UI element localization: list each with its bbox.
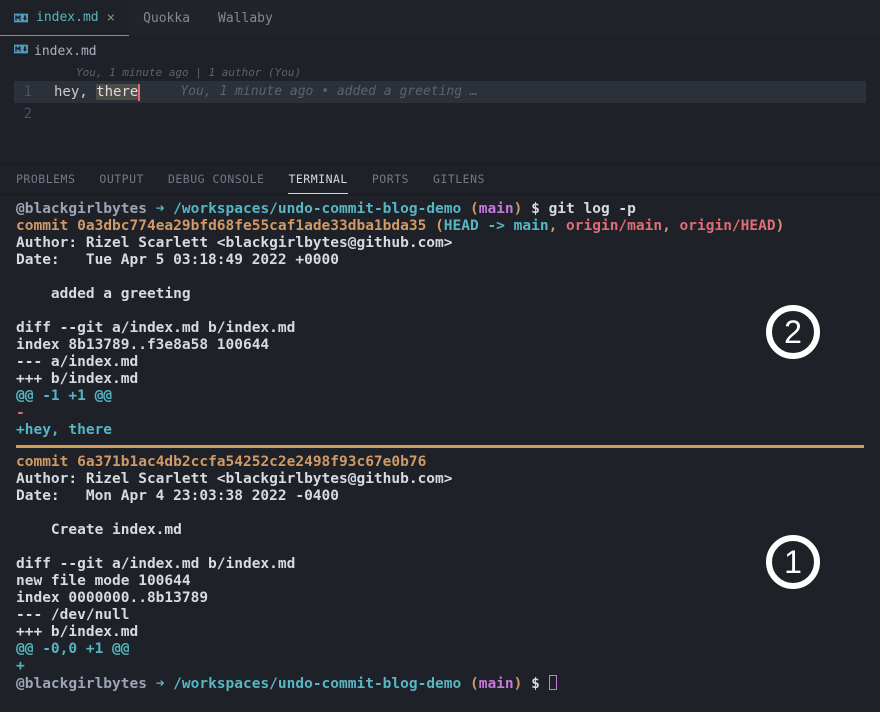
commit-date: Date: Mon Apr 4 23:03:38 2022 -0400 [16,488,864,505]
blank-line [16,539,864,556]
commit-line: commit 6a371b1ac4db2ccfa54252c2e2498f93c… [16,454,864,471]
code-line-2[interactable]: 2 [14,103,866,125]
code-text: hey, there [54,81,140,103]
prompt-arrow-icon: ➜ [156,201,165,217]
tab-quokka[interactable]: Quokka [129,0,204,36]
markdown-icon [14,42,28,60]
diff-from: --- /dev/null [16,607,864,624]
commit-author: Author: Rizel Scarlett <blackgirlbytes@g… [16,471,864,488]
tab-index-md[interactable]: index.md × [0,0,129,36]
diff-hunk: @@ -0,0 +1 @@ [16,641,864,658]
terminal-cursor [549,675,557,690]
diff-removed: - [16,405,864,422]
commit-label: commit [16,454,68,470]
terminal[interactable]: 2 1 @blackgirlbytes ➜ /workspaces/undo-c… [0,195,880,703]
diff-header: diff --git a/index.md b/index.md [16,320,864,337]
code-segment: hey, [54,84,96,100]
panel-tab-gitlens[interactable]: GITLENS [433,172,485,186]
breadcrumb[interactable]: index.md [0,36,880,66]
code-line-1[interactable]: 1 hey, there You, 1 minute ago • added a… [14,81,866,103]
blank-line [16,269,864,286]
prompt-path: /workspaces/undo-commit-blog-demo [173,676,461,692]
prompt-arrow-icon: ➜ [156,676,165,692]
diff-index: index 8b13789..f3e8a58 100644 [16,337,864,354]
commit-label: commit [16,218,68,234]
blank-line [16,505,864,522]
diff-added: +hey, there [16,422,864,439]
diff-from: --- a/index.md [16,354,864,371]
prompt-dollar: $ [531,201,540,217]
panel-tab-ports[interactable]: PORTS [372,172,409,186]
terminal-command: git log -p [549,201,636,217]
ref-origin: origin/main [566,218,662,234]
prompt-user: @blackgirlbytes [16,676,147,692]
commit-sha: 6a371b1ac4db2ccfa54252c2e2498f93c67e0b76 [77,454,426,470]
tab-label: Wallaby [218,11,273,26]
annotation-badge-2: 2 [766,305,820,359]
selection: there [96,84,138,100]
diff-hunk: @@ -1 +1 @@ [16,388,864,405]
ref-arrow: -> [487,218,504,234]
ref-head: HEAD [444,218,479,234]
panel-tab-bar: PROBLEMS OUTPUT DEBUG CONSOLE TERMINAL P… [0,163,880,195]
prompt-branch: main [479,676,514,692]
diff-header: diff --git a/index.md b/index.md [16,556,864,573]
diff-newfile: new file mode 100644 [16,573,864,590]
ref-origin: origin/HEAD [680,218,776,234]
blank-line [16,303,864,320]
badge-number: 2 [784,324,802,341]
ref-main: main [514,218,549,234]
gitlens-inline-blame: You, 1 minute ago • added a greeting … [180,81,477,103]
diff-to: +++ b/index.md [16,624,864,641]
diff-to: +++ b/index.md [16,371,864,388]
markdown-icon [14,11,28,25]
terminal-prompt-line: @blackgirlbytes ➜ /workspaces/undo-commi… [16,675,864,693]
breadcrumb-file: index.md [34,44,97,59]
terminal-prompt-line: @blackgirlbytes ➜ /workspaces/undo-commi… [16,201,864,218]
commit-author: Author: Rizel Scarlett <blackgirlbytes@g… [16,235,864,252]
tab-label: index.md [36,10,99,25]
commit-sha: 0a3dbc774ea29bfd68fe55caf1ade33dba1bda35 [77,218,426,234]
line-number: 1 [14,81,54,103]
diff-index: index 0000000..8b13789 [16,590,864,607]
badge-number: 1 [784,554,802,571]
line-number: 2 [14,103,54,125]
panel-tab-problems[interactable]: PROBLEMS [16,172,75,186]
panel-tab-debug-console[interactable]: DEBUG CONSOLE [168,172,265,186]
diff-added: + [16,658,864,675]
panel-tab-output[interactable]: OUTPUT [99,172,144,186]
prompt-dollar: $ [531,676,540,692]
commit-message: added a greeting [16,286,864,303]
annotation-badge-1: 1 [766,535,820,589]
editor-tab-bar: index.md × Quokka Wallaby [0,0,880,36]
prompt-path: /workspaces/undo-commit-blog-demo [173,201,461,217]
commit-line: commit 0a3dbc774ea29bfd68fe55caf1ade33db… [16,218,864,235]
editor-area[interactable]: You, 1 minute ago | 1 author (You) 1 hey… [0,66,880,133]
prompt-user: @blackgirlbytes [16,201,147,217]
tab-label: Quokka [143,11,190,26]
separator [16,445,864,448]
commit-date: Date: Tue Apr 5 03:18:49 2022 +0000 [16,252,864,269]
gitlens-codelens[interactable]: You, 1 minute ago | 1 author (You) [14,66,866,79]
commit-message: Create index.md [16,522,864,539]
tab-wallaby[interactable]: Wallaby [204,0,287,36]
cursor [138,84,140,101]
prompt-branch: main [479,201,514,217]
panel-tab-terminal[interactable]: TERMINAL [288,172,347,194]
close-icon[interactable]: × [107,10,115,26]
